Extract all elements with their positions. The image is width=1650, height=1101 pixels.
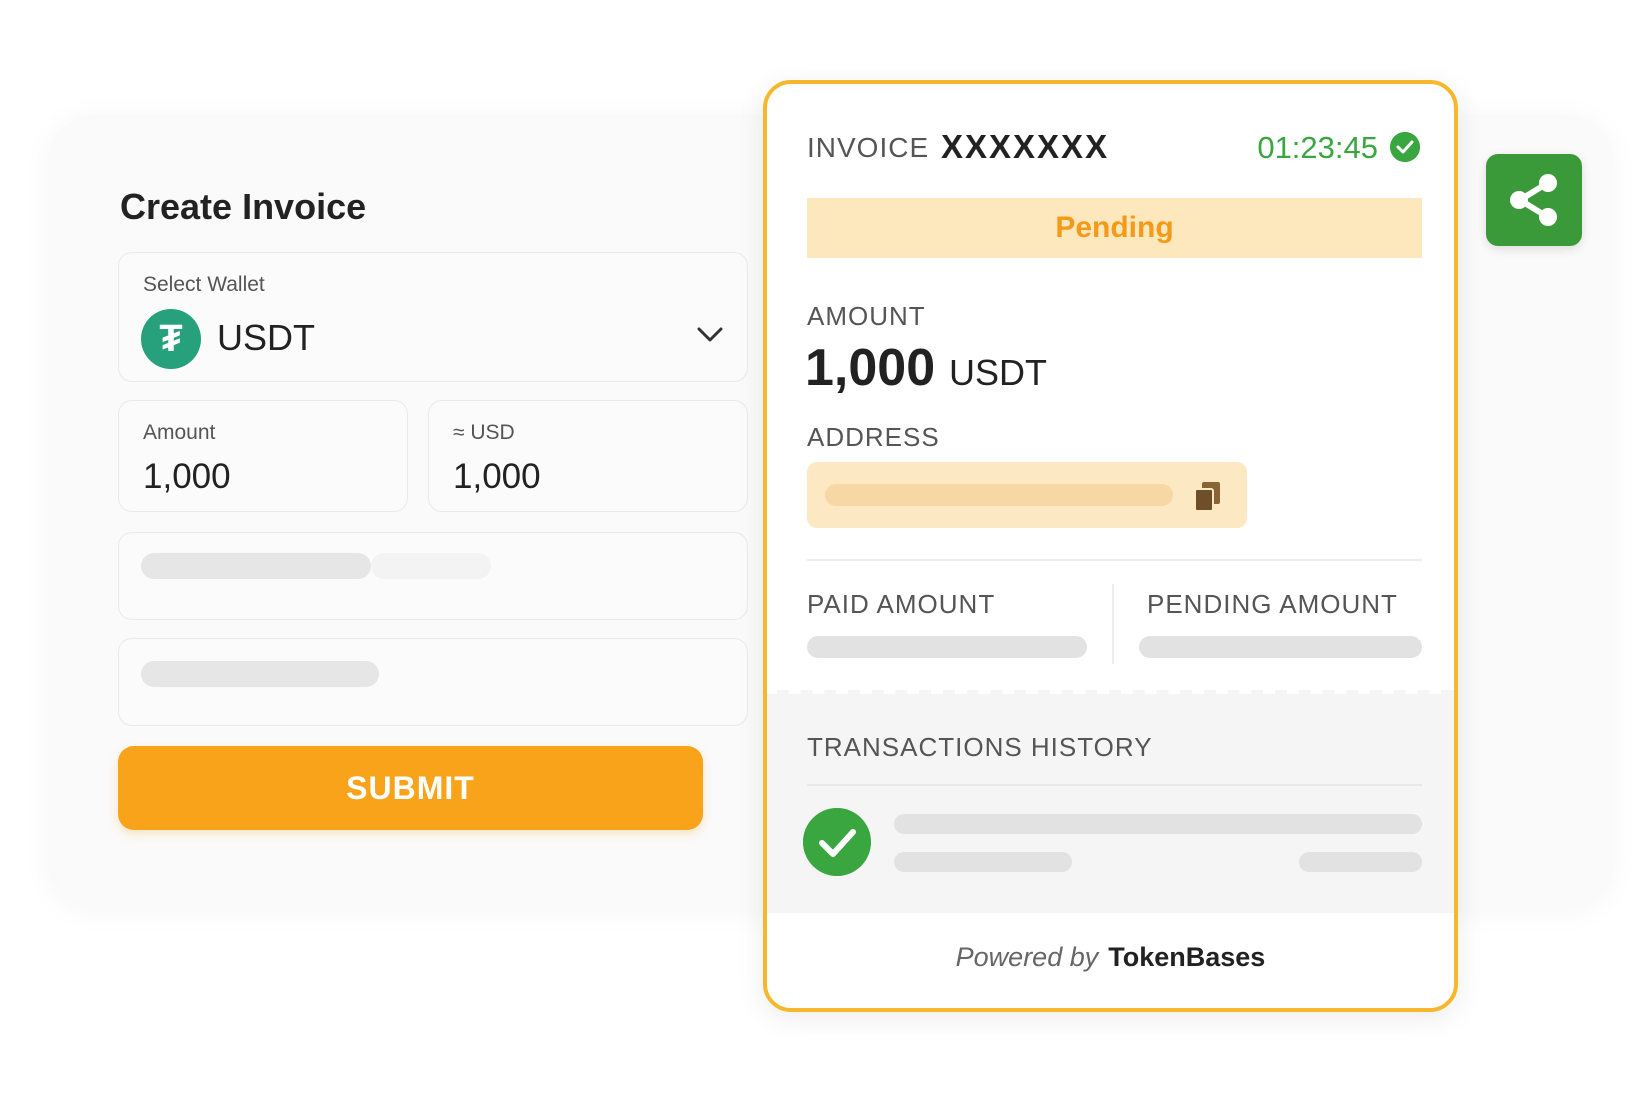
divider (807, 784, 1422, 786)
address-label: ADDRESS (807, 422, 940, 452)
invoice-card: INVOICE XXXXXXX 01:23:45 Pending AMOUNT … (763, 80, 1458, 1012)
usd-field[interactable]: ≈ USD 1,000 (428, 400, 748, 512)
transaction-skeleton (1299, 852, 1422, 872)
powered-by-footer: Powered by TokenBases (767, 942, 1454, 973)
invoice-amount-value: 1,000 (805, 339, 936, 397)
pending-amount-skeleton (1139, 636, 1422, 658)
wallet-select[interactable]: Select Wallet ₮ USDT (118, 252, 748, 382)
brand-name: TokenBases (1108, 942, 1266, 972)
skeleton-line (141, 553, 371, 579)
status-text: Pending (1055, 211, 1174, 244)
transaction-skeleton (894, 814, 1422, 834)
transaction-skeleton (894, 852, 1072, 872)
placeholder-field-1[interactable] (118, 532, 748, 620)
check-circle-icon (803, 808, 871, 876)
amount-input-value[interactable]: 1,000 (143, 457, 231, 497)
wallet-select-value: USDT (217, 317, 315, 358)
countdown-timer: 01:23:45 (1257, 130, 1378, 165)
torn-edge (767, 690, 1454, 700)
invoice-number: XXXXXXX (941, 128, 1110, 165)
wallet-select-label: Select Wallet (143, 273, 265, 296)
submit-button[interactable]: SUBMIT (118, 746, 703, 830)
skeleton-line (371, 553, 491, 579)
create-invoice-title: Create Invoice (120, 186, 367, 227)
amount-label: Amount (143, 421, 216, 444)
divider (1112, 584, 1114, 664)
pending-amount-label: PENDING AMOUNT (1147, 589, 1398, 619)
invoice-title: INVOICE (807, 132, 930, 163)
usd-label: ≈ USD (453, 421, 515, 444)
status-badge: Pending (807, 198, 1422, 258)
address-box (807, 462, 1247, 528)
powered-by-text: Powered by (955, 942, 1099, 972)
copy-icon[interactable] (1193, 480, 1223, 512)
amount-field[interactable]: Amount 1,000 (118, 400, 408, 512)
usdt-logo-icon: ₮ (141, 309, 201, 369)
share-button[interactable] (1486, 154, 1582, 246)
paid-amount-label: PAID AMOUNT (807, 589, 996, 619)
paid-amount-skeleton (807, 636, 1087, 658)
usd-input-value[interactable]: 1,000 (453, 457, 541, 497)
transactions-history: TRANSACTIONS HISTORY (767, 690, 1454, 913)
transactions-history-label: TRANSACTIONS HISTORY (807, 732, 1153, 762)
placeholder-field-2[interactable] (118, 638, 748, 726)
amount-section-label: AMOUNT (807, 301, 926, 331)
divider (807, 559, 1422, 561)
chevron-down-icon[interactable] (695, 323, 725, 347)
check-circle-icon (1390, 132, 1420, 162)
skeleton-line (141, 661, 379, 687)
invoice-amount-currency: USDT (949, 352, 1047, 393)
share-icon (1510, 174, 1557, 226)
address-skeleton (825, 484, 1173, 506)
